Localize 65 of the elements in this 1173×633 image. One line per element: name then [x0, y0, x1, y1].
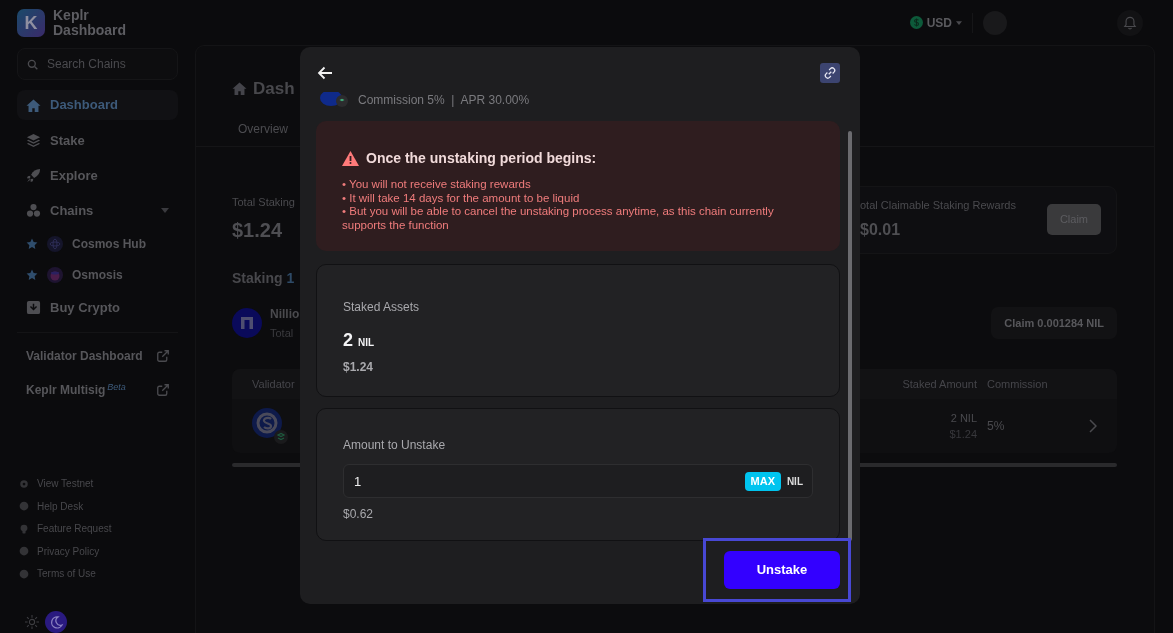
chevron-right-icon[interactable] — [1089, 419, 1097, 433]
max-button[interactable]: MAX — [744, 472, 781, 491]
fiat-value: $1.24 — [343, 359, 375, 376]
stat-value: $1.24 — [232, 217, 284, 243]
scrollbar[interactable] — [848, 131, 852, 541]
rocket-icon — [26, 168, 41, 183]
download-icon — [26, 300, 41, 315]
warning-text: • But you will be able to cancel the unstaking process anytime, as this chain currently supports the function — [342, 205, 775, 232]
external-link[interactable]: Validator Dashboard — [26, 347, 143, 365]
cubes-icon — [26, 203, 41, 218]
sidebar-item[interactable]: Buy Crypto — [17, 290, 178, 325]
bulb-icon — [19, 523, 29, 534]
dollar-icon — [909, 16, 923, 29]
warning-text: • It will take 14 days for the amount to be liquid — [342, 191, 581, 205]
notifications-button[interactable] — [1117, 9, 1143, 36]
chain-item[interactable]: Cosmos Hub — [17, 228, 178, 259]
chain-logo — [232, 307, 262, 338]
warning-text: • You will not receive staking rewards — [342, 178, 532, 192]
section-title: Staking 1 — [232, 268, 296, 288]
bell-icon — [1123, 15, 1137, 30]
sun-icon[interactable] — [25, 615, 39, 629]
planet-icon — [47, 266, 63, 283]
footer-link[interactable]: Feature Request — [37, 521, 112, 537]
footer-link[interactable]: View Testnet — [37, 476, 94, 492]
chain-item[interactable]: Osmosis — [17, 259, 178, 290]
home-icon — [232, 81, 247, 97]
warning-title: Once the unstaking period begins: — [366, 149, 597, 168]
atom-icon — [47, 235, 63, 252]
sidebar-item[interactable]: Chains — [17, 193, 178, 228]
app-title: Keplr Dashboard — [53, 8, 128, 38]
moon-icon[interactable] — [45, 611, 67, 633]
stat-value: $0.01 — [860, 219, 902, 240]
external-link-icon — [157, 350, 169, 362]
home-icon — [26, 97, 41, 113]
search-field[interactable]: Search Chains — [17, 48, 178, 80]
page-title: Dash — [253, 78, 295, 100]
external-link-icon — [157, 384, 169, 396]
footer-link[interactable]: Privacy Policy — [37, 543, 100, 559]
currency-selector[interactable]: USD — [909, 13, 962, 32]
logo: K — [17, 9, 45, 37]
claim-button[interactable]: Claim 0.001284 NIL — [991, 306, 1117, 339]
chain-name: Nillio — [270, 305, 300, 323]
warning-icon — [342, 151, 359, 166]
table-cell-text: 5% — [987, 418, 1005, 435]
link-button[interactable] — [820, 63, 840, 83]
footer-link[interactable]: Help Desk — [37, 498, 84, 514]
layers-icon — [26, 133, 41, 148]
footer-link[interactable]: Terms of Use — [37, 566, 96, 582]
fiat-value: $0.62 — [343, 506, 375, 523]
field-label: Amount to Unstake — [343, 437, 447, 454]
stat-label: Total Staking — [232, 195, 295, 211]
caret-icon — [956, 20, 962, 25]
back-button[interactable] — [317, 65, 333, 81]
stat-label: otal Claimable Staking Rewards — [860, 198, 1016, 214]
sidebar-item[interactable]: Explore — [17, 158, 178, 193]
external-link[interactable]: Keplr Multisig $^{Beta}$ — [26, 381, 126, 399]
sidebar-item[interactable]: Stake — [17, 123, 178, 158]
table-cell-text: 2 NIL — [949, 410, 977, 426]
field-label: Staked Assets — [343, 299, 421, 316]
unstake-button[interactable]: Unstake — [724, 551, 840, 589]
sidebar-item[interactable]: Dashboard — [17, 90, 178, 120]
validator-stats: Commission 5% | APR 30.00% — [358, 92, 530, 109]
unit-label: NIL — [786, 475, 803, 489]
tab[interactable]: Overview — [232, 107, 294, 146]
staked-amount: 2 NIL — [343, 329, 376, 352]
